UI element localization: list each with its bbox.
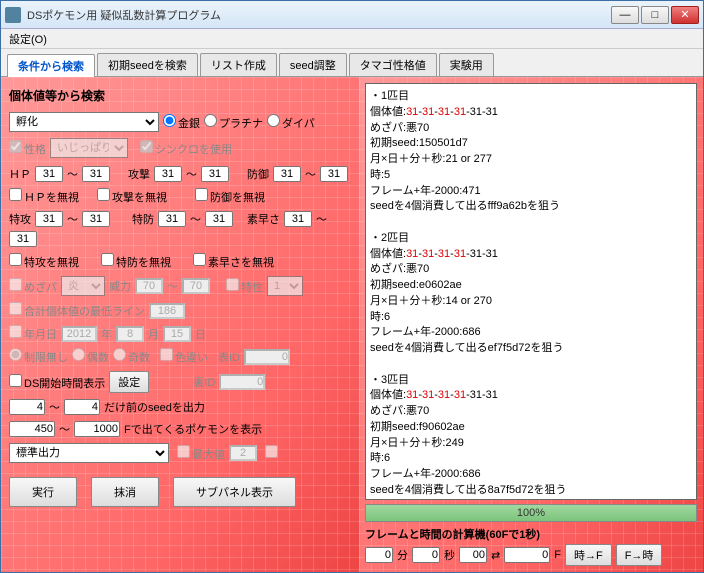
atk-from[interactable] [154, 166, 182, 182]
atk-to[interactable] [201, 166, 229, 182]
method-select[interactable]: 孵化 [9, 112, 159, 132]
max-val [229, 445, 257, 461]
maximize-button[interactable]: □ [641, 6, 669, 24]
chk-shiny [160, 348, 173, 361]
lbl-spe: 素早さ [247, 211, 280, 227]
spd-to[interactable] [205, 211, 233, 227]
lbl-spa: 特攻 [9, 211, 31, 227]
chk-synchro [140, 140, 153, 153]
power-from [135, 278, 163, 294]
nature-select: いじっぱり [50, 138, 128, 158]
frame-from[interactable] [9, 421, 55, 437]
tab-initseed[interactable]: 初期seedを検索 [97, 53, 198, 76]
output-select[interactable]: 標準出力 [9, 443, 169, 463]
year [61, 326, 97, 342]
chk-max [177, 445, 190, 458]
btn-subpanel[interactable]: サブパネル表示 [173, 477, 296, 507]
section-title: 個体値等から検索 [9, 87, 351, 104]
content: 個体値等から検索 孵化 金銀 プラチナ ダイパ 性格 いじっぱり シンクロを使用… [1, 77, 703, 572]
fc-csec[interactable] [459, 547, 487, 563]
btn-exec[interactable]: 実行 [9, 477, 77, 507]
before-from[interactable] [9, 399, 45, 415]
radio-nolimit [9, 348, 22, 361]
minimize-button[interactable]: — [611, 6, 639, 24]
btn-f-to-time[interactable]: F→時 [616, 544, 663, 566]
chk-trailing [265, 445, 278, 458]
menubar: 設定(O) [1, 29, 703, 49]
hp-from[interactable] [35, 166, 63, 182]
chk-dstime[interactable] [9, 374, 22, 387]
chk-ymd [9, 325, 22, 338]
left-panel: 個体値等から検索 孵化 金銀 プラチナ ダイパ 性格 いじっぱり シンクロを使用… [1, 77, 359, 572]
chk-minline [9, 302, 22, 315]
java-icon [5, 7, 21, 23]
output-area[interactable]: ・1匹目 個体値:31-31-31-31-31-31 めざパ:悪70 初期see… [365, 83, 697, 500]
tab-seed[interactable]: seed調整 [279, 53, 347, 76]
def-to[interactable] [320, 166, 348, 182]
frame-calc-title: フレームと時間の計算機(60Fで1秒) [365, 526, 697, 542]
chk-nature [9, 140, 22, 153]
lbl-hp: ＨＰ [9, 166, 31, 182]
chk-trait [226, 278, 239, 291]
spa-to[interactable] [82, 211, 110, 227]
month [116, 326, 144, 342]
spa-from[interactable] [35, 211, 63, 227]
lbl-def: 防御 [247, 166, 269, 182]
chk-mezapa [9, 278, 22, 291]
mezapa-type: 炎 [61, 276, 105, 296]
radio-platinum[interactable] [204, 114, 217, 127]
window-title: DSポケモン用 疑似乱数計算プログラム [27, 7, 611, 23]
tab-search[interactable]: 条件から検索 [7, 54, 95, 77]
hp-to[interactable] [82, 166, 110, 182]
trait-select: 1 [267, 276, 303, 296]
titlebar: DSポケモン用 疑似乱数計算プログラム — □ ✕ [1, 1, 703, 29]
id-val [244, 349, 290, 365]
def-from[interactable] [273, 166, 301, 182]
chk-ignore-atk[interactable] [97, 188, 110, 201]
tab-exp[interactable]: 実験用 [439, 53, 494, 76]
radio-odd [113, 348, 126, 361]
main-window: DSポケモン用 疑似乱数計算プログラム — □ ✕ 設定(O) 条件から検索 初… [0, 0, 704, 573]
menu-settings[interactable]: 設定(O) [9, 34, 47, 46]
hid-val [219, 374, 265, 390]
fc-sec[interactable] [412, 547, 440, 563]
frame-to[interactable] [74, 421, 120, 437]
btn-settings[interactable]: 設定 [109, 371, 149, 393]
lbl-spd: 特防 [132, 211, 154, 227]
spe-from[interactable] [284, 211, 312, 227]
close-button[interactable]: ✕ [671, 6, 699, 24]
chk-ignore-def[interactable] [195, 188, 208, 201]
radio-gold[interactable] [163, 114, 176, 127]
chk-ignore-spe[interactable] [193, 253, 206, 266]
chk-ignore-hp[interactable] [9, 188, 22, 201]
chk-ignore-spa[interactable] [9, 253, 22, 266]
radio-even [72, 348, 85, 361]
fc-min[interactable] [365, 547, 393, 563]
btn-clear[interactable]: 抹消 [91, 477, 159, 507]
swap-icon: ⇄ [491, 549, 500, 562]
spe-to[interactable] [9, 231, 37, 247]
fc-frame[interactable] [504, 547, 550, 563]
progress-bar: 100% [365, 504, 697, 522]
tab-list[interactable]: リスト作成 [200, 53, 277, 76]
minline-val [149, 303, 185, 319]
radio-diaper[interactable] [267, 114, 280, 127]
lbl-atk: 攻撃 [128, 166, 150, 182]
tab-egg[interactable]: タマゴ性格値 [349, 53, 437, 76]
right-panel: ・1匹目 個体値:31-31-31-31-31-31 めざパ:悪70 初期see… [359, 77, 703, 572]
chk-ignore-spd[interactable] [101, 253, 114, 266]
before-to[interactable] [64, 399, 100, 415]
btn-time-to-f[interactable]: 時→F [565, 544, 612, 566]
day [163, 326, 191, 342]
spd-from[interactable] [158, 211, 186, 227]
power-to [182, 278, 210, 294]
tabs: 条件から検索 初期seedを検索 リスト作成 seed調整 タマゴ性格値 実験用 [1, 49, 703, 77]
